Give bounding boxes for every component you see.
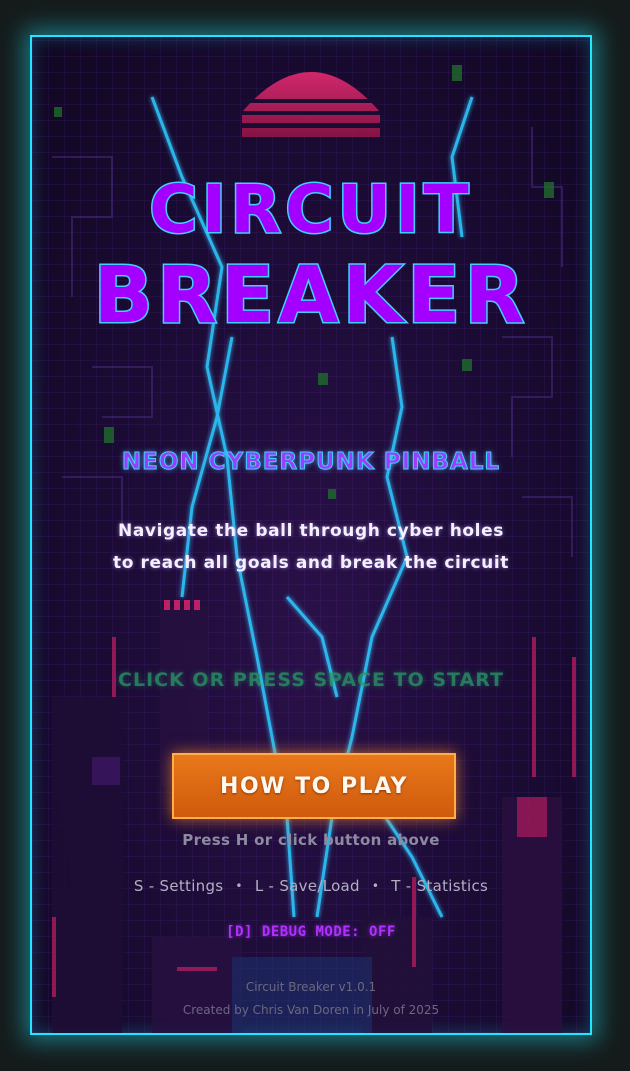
settings-shortcut[interactable]: S - Settings bbox=[134, 877, 224, 895]
version-label: Circuit Breaker v1.0.1 bbox=[245, 980, 377, 994]
separator-dot: • bbox=[371, 879, 380, 893]
subtitle: NEON CYBERPUNK PINBALL bbox=[121, 449, 501, 476]
circuit-breaker-logo: CIRCUIT BREAKER bbox=[92, 170, 529, 343]
shortcut-bar: S - Settings • L - Save/Load • T - Stati… bbox=[32, 877, 590, 895]
debug-mode-status[interactable]: [D] DEBUG MODE: OFF bbox=[32, 924, 590, 940]
credits-label: Created by Chris Van Doren in July of 20… bbox=[182, 1003, 440, 1017]
help-hint: Press H or click button above bbox=[182, 831, 440, 849]
title-line2: BREAKER bbox=[94, 251, 529, 341]
retro-sun-icon bbox=[242, 72, 380, 137]
statistics-shortcut[interactable]: T - Statistics bbox=[391, 877, 488, 895]
game-screen[interactable]: CIRCUIT BREAKER NEON CYBERPUNK PINBALL N… bbox=[30, 35, 592, 1035]
title-line1: CIRCUIT bbox=[149, 171, 472, 248]
save-load-shortcut[interactable]: L - Save/Load bbox=[255, 877, 360, 895]
start-prompt[interactable]: CLICK OR PRESS SPACE TO START bbox=[32, 669, 590, 691]
tagline-line1: Navigate the ball through cyber holes bbox=[118, 521, 504, 541]
separator-dot: • bbox=[235, 879, 243, 893]
tagline-line2: to reach all goals and break the circuit bbox=[113, 553, 509, 573]
how-to-play-button[interactable]: HOW TO PLAY bbox=[172, 753, 456, 819]
tagline: Navigate the ball through cyber holes to… bbox=[32, 515, 590, 579]
